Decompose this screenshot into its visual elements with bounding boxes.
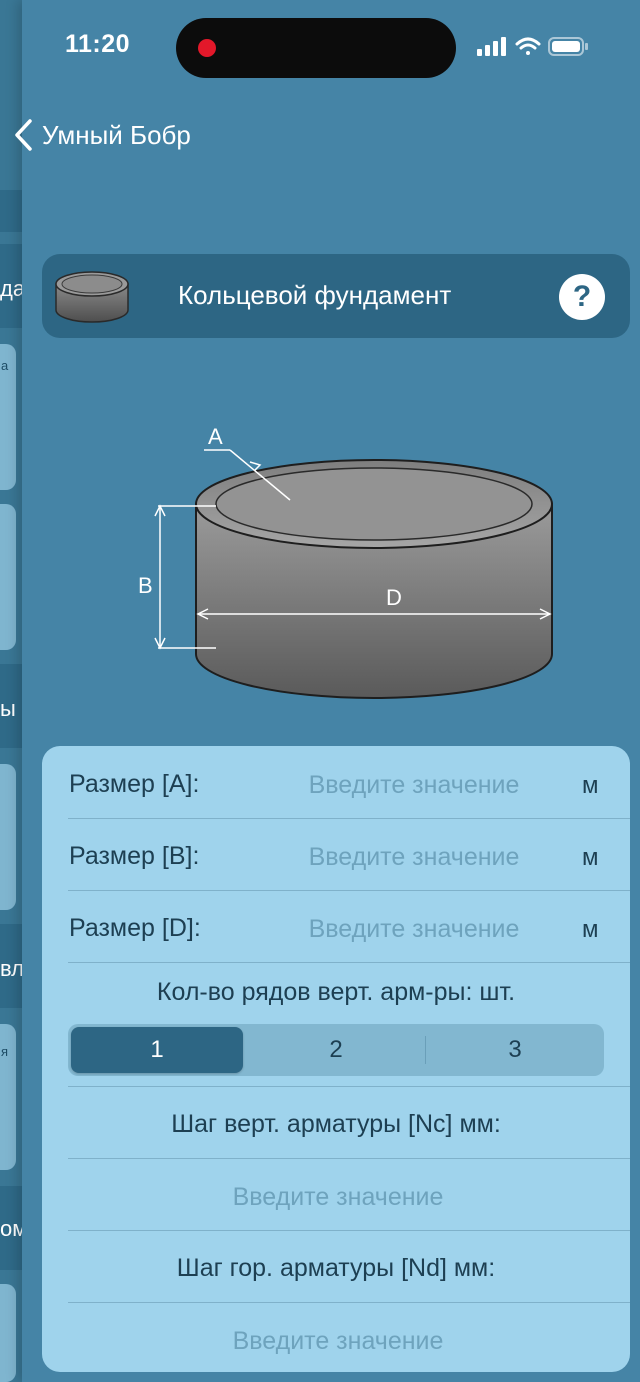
input-form: Размер [A]: м Размер [B]: м Размер [D]: …	[42, 746, 630, 1372]
hor-step-label-row: Шаг гор. арматуры [Nd] мм:	[42, 1232, 630, 1304]
label-d: D	[386, 585, 402, 610]
back-button[interactable]: Умный Бобр	[12, 112, 272, 158]
size-b-label: Размер [B]:	[69, 842, 200, 870]
underlying-text: ы	[0, 696, 16, 721]
underlying-screen-strip: да а ы вл я ом	[0, 0, 22, 1382]
underlying-text: вл	[0, 956, 22, 981]
size-a-unit: м	[582, 772, 599, 799]
size-d-row: Размер [D]: м	[42, 892, 630, 964]
rows-count-label: Кол-во рядов верт. арм-ры: шт.	[156, 978, 516, 1006]
divider	[68, 1230, 630, 1231]
calculator-screen: 11:20 Умный Бобр Кольцевой фундамент ? A…	[15, 0, 640, 1382]
divider	[68, 1086, 630, 1087]
calculator-header: Кольцевой фундамент ?	[42, 254, 630, 338]
size-b-row: Размер [B]: м	[42, 820, 630, 892]
rows-option-3[interactable]: 3	[429, 1027, 601, 1073]
page-title: Кольцевой фундамент	[178, 280, 452, 310]
underlying-text: ом	[0, 1216, 22, 1241]
vert-step-input-row	[42, 1160, 630, 1232]
underlying-text: я	[1, 1044, 9, 1059]
vert-step-input[interactable]	[82, 1174, 594, 1220]
size-d-input[interactable]	[262, 906, 566, 952]
dynamic-island	[176, 18, 456, 78]
hor-step-input[interactable]	[82, 1318, 594, 1364]
label-b: B	[138, 573, 153, 598]
label-a: A	[208, 424, 223, 449]
rows-option-2[interactable]: 2	[250, 1027, 422, 1073]
wifi-icon	[515, 37, 541, 55]
status-icons	[477, 37, 588, 56]
divider	[68, 818, 630, 819]
rows-option-1[interactable]: 1	[71, 1027, 243, 1073]
size-b-input[interactable]	[262, 834, 566, 880]
status-time: 11:20	[65, 30, 131, 58]
rows-count-row: Кол-во рядов верт. арм-ры: шт.	[42, 956, 630, 1028]
underlying-card	[0, 764, 16, 910]
size-d-unit: м	[582, 916, 599, 943]
chevron-left-icon	[15, 119, 32, 151]
size-b-unit: м	[582, 844, 599, 871]
ring-foundation-diagram: A B D	[138, 424, 553, 699]
underlying-card	[0, 504, 16, 650]
ring-foundation-icon	[55, 271, 129, 323]
underlying-bar	[0, 190, 22, 232]
hor-step-input-row	[42, 1304, 630, 1372]
size-a-label: Размер [A]:	[69, 770, 200, 798]
recording-indicator-icon	[198, 39, 216, 57]
vert-step-label-row: Шаг верт. арматуры [Nc] мм:	[42, 1088, 630, 1160]
back-label: Умный Бобр	[42, 119, 191, 150]
divider	[68, 1302, 630, 1303]
underlying-card	[0, 1284, 16, 1382]
segment-divider	[425, 1036, 426, 1064]
help-button[interactable]: ?	[559, 274, 605, 320]
size-a-input[interactable]	[262, 762, 566, 808]
cellular-signal-icon	[477, 37, 506, 56]
size-a-row: Размер [A]: м	[42, 748, 630, 820]
battery-icon	[548, 37, 588, 56]
underlying-text: да	[0, 276, 22, 301]
size-d-label: Размер [D]:	[69, 914, 201, 942]
divider	[68, 890, 630, 891]
divider	[68, 1158, 630, 1159]
hor-step-label: Шаг гор. арматуры [Nd] мм:	[176, 1254, 496, 1282]
vert-step-label: Шаг верт. арматуры [Nc] мм:	[171, 1110, 501, 1138]
underlying-text: а	[1, 358, 9, 373]
rows-count-segmented-control: 1 2 3	[68, 1024, 604, 1076]
